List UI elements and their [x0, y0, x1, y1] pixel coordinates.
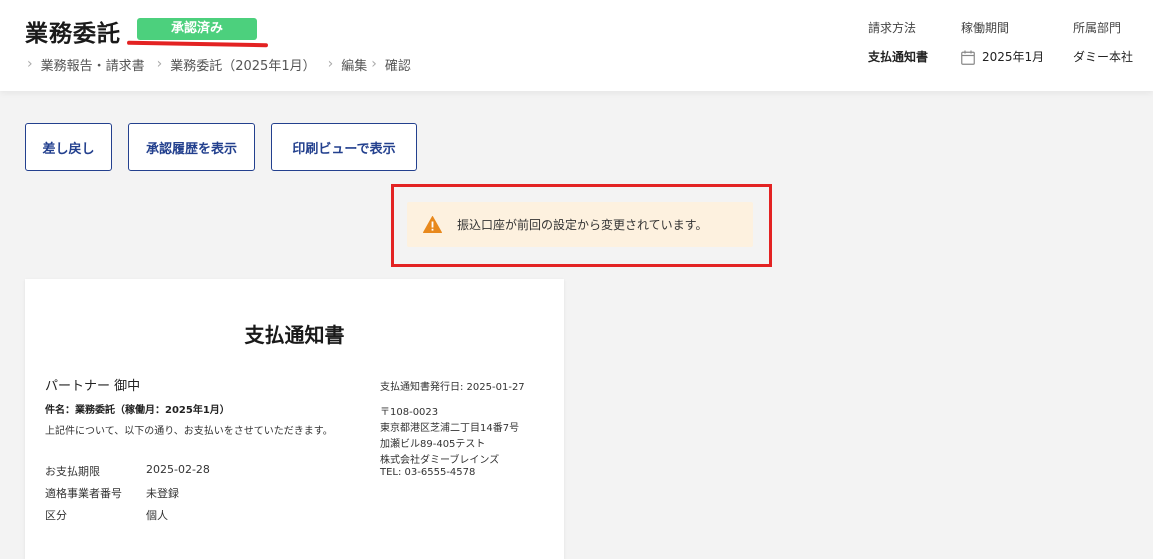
work-period-row: 2025年1月: [961, 48, 1044, 66]
issuer-address2: 加瀬ビル89-405テスト: [380, 439, 486, 450]
chevron-right-icon: ›: [371, 56, 377, 72]
meta-department: 所属部門 ダミー本社: [1073, 19, 1133, 66]
field-label-invoice-number: 適格事業者番号: [45, 487, 122, 500]
billing-method-label: 請求方法: [868, 21, 917, 35]
meta-billing-method: 請求方法 支払通知書: [868, 19, 928, 66]
issuer-postal: 〒108-0023: [380, 407, 439, 418]
issuer-tel: TEL: 03-6555-4578: [380, 467, 476, 478]
document-title: 支払通知書: [244, 323, 345, 347]
show-approval-history-button[interactable]: 承認履歴を表示: [128, 123, 255, 171]
payment-notice-document: 支払通知書 パートナー 御中 件名：業務委託（稼働月：2025年1月） 上記件に…: [25, 279, 564, 559]
chevron-right-icon: ›: [27, 56, 33, 72]
send-back-button[interactable]: 差し戻し: [25, 123, 112, 171]
recipient: パートナー 御中: [45, 379, 141, 394]
annotation-underline: [126, 40, 269, 48]
warning-icon: [423, 216, 442, 233]
issuer-address1: 東京都港区芝浦二丁目14番7号: [380, 423, 520, 434]
issuer-company: 株式会社ダミーブレインズ: [380, 455, 500, 466]
calendar-icon: [961, 50, 975, 65]
status-badge: 承認済み: [137, 18, 257, 40]
breadcrumb-item-confirm: 確認: [384, 58, 411, 74]
field-value-invoice-number: 未登録: [146, 487, 179, 500]
page-header: 業務委託 承認済み › 業務報告・請求書 › 業務委託（2025年1月） › 編…: [0, 0, 1153, 91]
breadcrumb-item-contract[interactable]: 業務委託（2025年1月）: [170, 55, 315, 74]
subject: 件名：業務委託（稼働月：2025年1月）: [45, 405, 230, 416]
print-view-button[interactable]: 印刷ビューで表示: [271, 123, 417, 171]
field-label-category: 区分: [45, 509, 67, 522]
chevron-right-icon: ›: [327, 56, 334, 72]
meta-work-period: 稼働期間 2025年1月: [961, 19, 1044, 66]
warning-alert: 振込口座が前回の設定から変更されています。: [407, 202, 753, 247]
department-label: 所属部門: [1073, 21, 1122, 35]
issue-date: 支払通知書発行日: 2025-01-27: [380, 382, 525, 393]
breadcrumb-item-edit[interactable]: 編集: [341, 55, 367, 74]
work-period-value: 2025年1月: [982, 50, 1045, 64]
breadcrumb-item-reports[interactable]: 業務報告・請求書: [41, 55, 145, 74]
intro-text: 上記件について、以下の通り、お支払いをさせていただきます。: [45, 426, 333, 437]
billing-method-value: 支払通知書: [868, 50, 929, 64]
field-label-due-date: お支払期限: [45, 465, 100, 478]
field-value-category: 個人: [146, 509, 168, 522]
work-period-label: 稼働期間: [961, 21, 1010, 35]
breadcrumb: › 業務報告・請求書 › 業務委託（2025年1月） › 編集 › 確認: [27, 54, 423, 74]
page-title: 業務委託: [25, 21, 121, 47]
field-value-due-date: 2025-02-28: [146, 463, 210, 476]
alert-message: 振込口座が前回の設定から変更されています。: [457, 218, 708, 232]
chevron-right-icon: ›: [156, 56, 163, 72]
department-value: ダミー本社: [1073, 50, 1134, 64]
